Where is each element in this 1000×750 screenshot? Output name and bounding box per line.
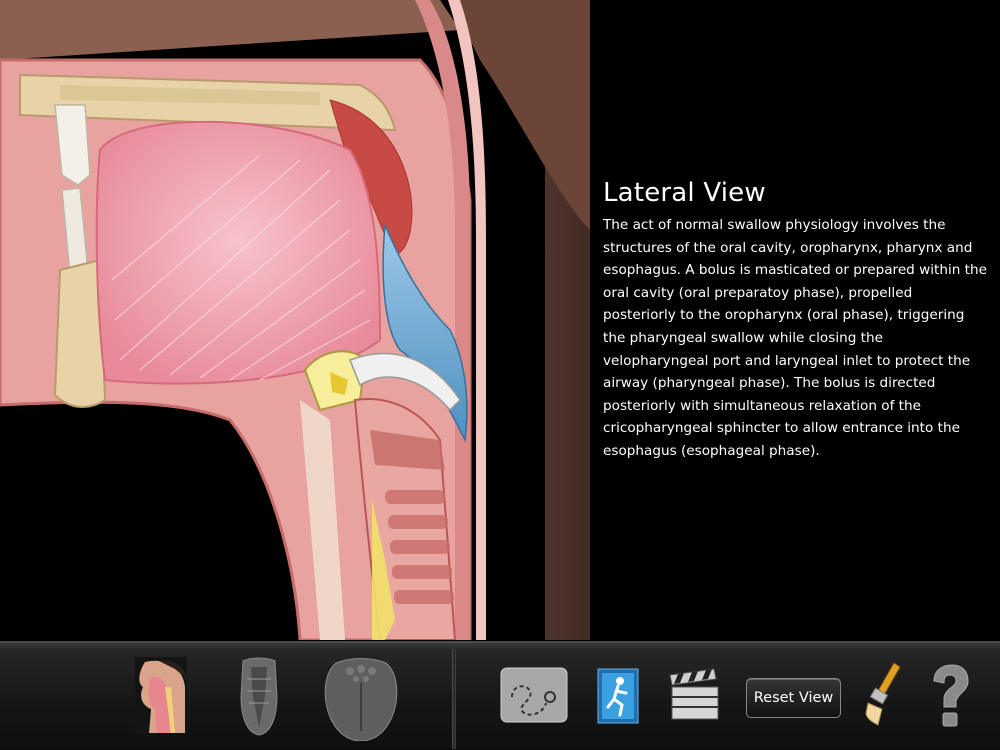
help-icon — [933, 664, 969, 727]
exercise-icon — [597, 668, 639, 724]
tongue-view-thumbnail[interactable] — [322, 657, 400, 741]
reset-view-button[interactable]: Reset View — [746, 678, 841, 718]
info-panel: Lateral View The act of normal swallow p… — [603, 178, 988, 463]
movie-clapper-icon — [669, 668, 719, 720]
help-button[interactable] — [928, 663, 972, 729]
movie-button[interactable] — [666, 667, 722, 723]
draw-path-button[interactable] — [500, 667, 568, 723]
draw-path-icon — [500, 667, 568, 723]
paintbrush-icon — [865, 662, 901, 726]
lateral-view-thumbnail[interactable] — [135, 657, 187, 733]
lateral-head-icon — [135, 657, 187, 733]
view-description: The act of normal swallow physiology inv… — [603, 217, 987, 459]
paintbrush-button[interactable] — [864, 661, 902, 727]
toolbar-divider — [452, 649, 456, 749]
sagittal-swallow-illustration — [0, 0, 590, 640]
larynx-view-thumbnail[interactable] — [237, 657, 281, 737]
anatomy-viewer[interactable] — [0, 0, 590, 640]
view-title: Lateral View — [603, 178, 766, 208]
tongue-top-icon — [324, 658, 398, 741]
exercise-button[interactable] — [596, 667, 640, 725]
bottom-toolbar: Reset View — [0, 641, 1000, 750]
larynx-icon — [240, 657, 278, 736]
